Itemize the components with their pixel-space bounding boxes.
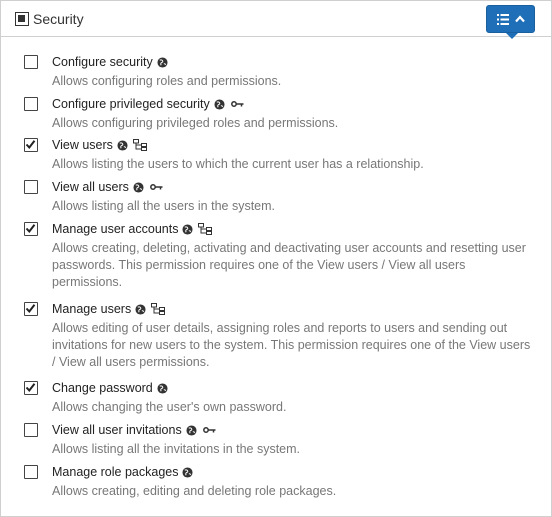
section-header: Security (1, 1, 551, 39)
permission-label: Manage role packages (52, 465, 179, 479)
permission-description: Allows creating, deleting, activating an… (52, 241, 526, 289)
checkmark-icon (25, 140, 36, 150)
globe-icon (117, 139, 128, 151)
permission-checkbox[interactable] (24, 302, 38, 316)
hierarchy-icon (151, 303, 166, 315)
permission-description: Allows listing all the users in the syst… (52, 199, 276, 213)
permission-checkbox[interactable] (24, 55, 38, 69)
permission-label: View all users (52, 180, 129, 194)
list-icon (497, 14, 509, 25)
section-title: Security (33, 11, 84, 27)
permission-description: Allows listing the users to which the cu… (52, 157, 424, 171)
globe-icon (135, 303, 146, 315)
permission-title: Configure security (52, 55, 168, 69)
globe-icon (182, 223, 194, 235)
permission-title: View users (52, 138, 147, 152)
collapse-toggle-button[interactable] (486, 5, 535, 39)
permission-description: Allows editing of user details, assignin… (52, 321, 531, 369)
hierarchy-icon (198, 223, 213, 235)
globe-icon (186, 424, 197, 436)
section-select-all-checkbox[interactable] (15, 12, 29, 26)
key-icon (230, 101, 244, 107)
permission-label: Configure security (52, 55, 153, 69)
permission-description: Allows listing all the invitations in th… (52, 442, 301, 456)
checkmark-icon (25, 224, 36, 234)
hierarchy-icon (132, 139, 147, 151)
permission-checkbox[interactable] (24, 97, 38, 111)
globe-icon (157, 56, 168, 68)
checkmark-icon (25, 304, 36, 314)
permission-checkbox[interactable] (24, 180, 38, 194)
permission-description: Allows configuring roles and permissions… (52, 74, 282, 88)
key-icon (202, 427, 216, 433)
permission-title: Configure privileged security (52, 97, 244, 111)
security-panel: Security Configure security Allows confi… (0, 0, 552, 517)
chevron-up-icon (515, 15, 525, 23)
globe-icon (182, 466, 194, 478)
permission-title: Manage role packages (52, 465, 194, 479)
permission-title: Change password (52, 381, 168, 395)
permission-description: Allows changing the user's own password. (52, 400, 287, 414)
permission-label: Configure privileged security (52, 97, 210, 111)
permission-checkbox[interactable] (24, 381, 38, 395)
globe-icon (133, 181, 144, 193)
permission-label: View users (52, 138, 113, 152)
checkmark-icon (25, 383, 36, 393)
permission-label: View all user invitations (52, 423, 182, 437)
permission-label: Manage user accounts (52, 222, 179, 236)
permission-checkbox[interactable] (24, 222, 38, 236)
key-icon (149, 184, 163, 190)
permission-checkbox[interactable] (24, 465, 38, 479)
permission-label: Change password (52, 381, 153, 395)
permission-title: Manage users (52, 302, 166, 316)
permission-title: Manage user accounts (52, 222, 213, 236)
permission-description: Allows creating, editing and deleting ro… (52, 484, 337, 498)
globe-icon (214, 98, 225, 110)
permission-title: View all users (52, 180, 163, 194)
globe-icon (157, 382, 168, 394)
permission-description: Allows configuring privileged roles and … (52, 116, 339, 130)
permission-label: Manage users (52, 302, 132, 316)
permission-checkbox[interactable] (24, 138, 38, 152)
permission-checkbox[interactable] (24, 423, 38, 437)
permission-title: View all user invitations (52, 423, 216, 437)
